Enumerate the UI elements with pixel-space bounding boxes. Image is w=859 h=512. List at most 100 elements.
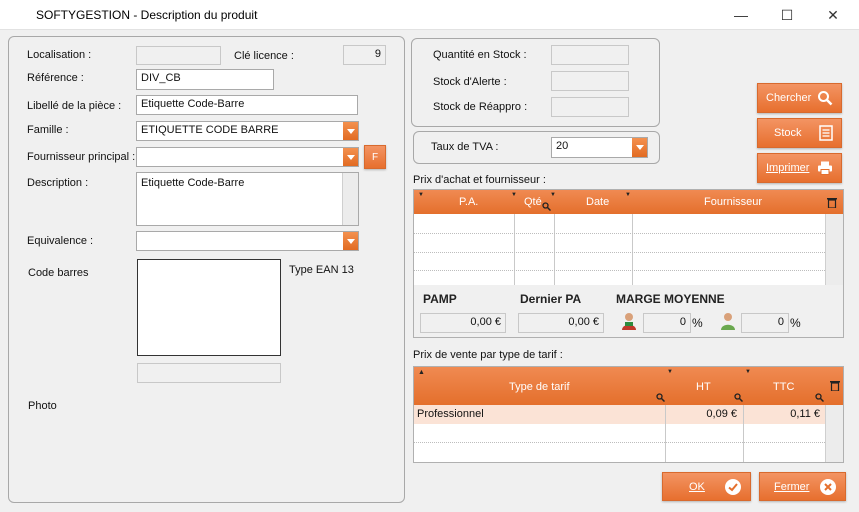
famille-select[interactable]: ETIQUETTE CODE BARRE [136,121,359,141]
libelle-field[interactable]: Etiquette Code-Barre [136,95,358,115]
marge-label: MARGE MOYENNE [616,292,725,306]
user-icon [721,313,735,330]
reference-field[interactable]: DIV_CB [136,69,274,90]
reappro-field[interactable] [551,97,629,117]
alerte-label: Stock d'Alerte : [433,76,507,88]
user-icon [622,313,636,330]
achat-table-scrollbar[interactable] [825,214,843,285]
alerte-field[interactable] [551,71,629,91]
chercher-label: Chercher [766,92,812,104]
sort-icon[interactable]: ▼ [625,192,631,198]
tva-select[interactable]: 20 [551,137,648,158]
maximize-icon: ☐ [780,6,794,23]
dernier-pa-field[interactable]: 0,00 € [518,313,604,333]
chercher-button[interactable]: Chercher [757,83,842,113]
minimize-button[interactable]: — [718,0,764,30]
maximize-button[interactable]: ☐ [764,0,810,30]
cle-licence-label: Clé licence : [234,50,294,62]
reference-label: Référence : [27,72,84,84]
description-textarea[interactable]: Etiquette Code-Barre [136,172,359,226]
famille-value: ETIQUETTE CODE BARRE [141,124,279,136]
col-ttc[interactable]: TTC [773,381,794,393]
tva-label: Taux de TVA : [431,141,499,153]
localisation-label: Localisation : [27,49,92,61]
vente-table: ▲ Type de tarif HT TTC ▼ ▼ Professionnel… [413,366,844,463]
sort-icon[interactable]: ▼ [667,369,673,375]
achat-panel: P.A. Qté Date Fournisseur ▼ ▼ ▼ ▼ PAMP D… [413,189,844,338]
chevron-down-icon[interactable] [343,148,358,166]
col-date[interactable]: Date [586,196,609,208]
fournisseur-label: Fournisseur principal : [27,151,136,163]
description-scrollbar[interactable] [342,173,358,225]
chevron-down-icon[interactable] [343,232,358,250]
stock-button[interactable]: Stock [757,118,842,148]
trash-icon[interactable] [830,380,840,391]
equivalence-label: Equivalence : [27,235,94,247]
fournisseur-select[interactable] [136,147,359,167]
sort-icon[interactable]: ▼ [418,192,424,198]
equivalence-select[interactable] [136,231,359,251]
row-line [414,442,825,443]
search-icon[interactable] [656,393,665,402]
trash-icon[interactable] [827,197,837,208]
col-divider [665,405,666,462]
reappro-label: Stock de Réappro : [433,101,528,113]
fermer-label: Fermer [774,480,810,493]
sort-icon[interactable]: ▼ [511,192,517,198]
marge2-field[interactable]: 0 [741,313,789,333]
famille-label: Famille : [27,124,69,136]
ok-button[interactable]: OK [662,472,751,501]
dernier-pa-label: Dernier PA [520,292,582,306]
col-ht[interactable]: HT [696,381,711,393]
code-barres-label: Code barres [28,267,89,279]
title-bar: SOFTYGESTION - Description du produit — … [0,0,859,30]
search-icon[interactable] [734,393,743,402]
imprimer-button[interactable]: Imprimer [757,153,842,183]
row-line [414,252,825,253]
tarif-type-cell: Professionnel [417,408,484,420]
col-divider [743,405,744,462]
vente-table-scrollbar[interactable] [825,405,843,462]
table-row[interactable]: Professionnel 0,09 € 0,11 € [414,405,825,424]
photo-label: Photo [28,400,57,412]
col-fournisseur[interactable]: Fournisseur [704,196,762,208]
col-divider [632,214,633,285]
col-type-tarif[interactable]: Type de tarif [509,381,570,393]
window-title: SOFTYGESTION - Description du produit [36,8,258,22]
col-qte[interactable]: Qté [524,196,542,208]
close-button[interactable]: ✕ [810,0,856,30]
tarif-ht-cell: 0,09 € [706,408,737,420]
localisation-field[interactable] [136,46,221,65]
code-barres-field[interactable] [137,363,281,383]
marge1-field[interactable]: 0 [643,313,691,333]
description-value: Etiquette Code-Barre [141,177,245,189]
sort-icon[interactable]: ▲ [418,369,425,376]
sort-icon[interactable]: ▼ [550,192,556,198]
search-icon[interactable] [542,202,551,211]
close-icon [820,478,836,495]
chevron-down-icon[interactable] [632,138,647,157]
chevron-down-icon[interactable] [343,122,358,140]
fournisseur-button[interactable]: F [364,145,386,169]
quantite-field[interactable] [551,45,629,65]
pamp-field[interactable]: 0,00 € [420,313,506,333]
row-line [414,233,825,234]
cle-licence-field[interactable]: 9 [343,45,386,65]
quantite-label: Quantité en Stock : [433,49,527,61]
tva-value: 20 [556,140,569,152]
search-icon [818,91,833,106]
fermer-button[interactable]: Fermer [759,472,846,501]
libelle-label: Libellé de la pièce : [27,100,122,112]
col-pa[interactable]: P.A. [459,196,478,208]
search-icon[interactable] [815,393,824,402]
pamp-label: PAMP [423,292,457,306]
sort-icon[interactable]: ▼ [745,369,751,375]
ok-label: OK [689,480,705,493]
printer-icon [818,161,832,175]
row-line [414,270,825,271]
percent-label: % [692,316,703,330]
vente-table-header: ▲ Type de tarif HT TTC ▼ ▼ [414,367,843,405]
percent-label: % [790,316,801,330]
stock-label: Stock [774,127,802,139]
minimize-icon: — [734,7,748,23]
